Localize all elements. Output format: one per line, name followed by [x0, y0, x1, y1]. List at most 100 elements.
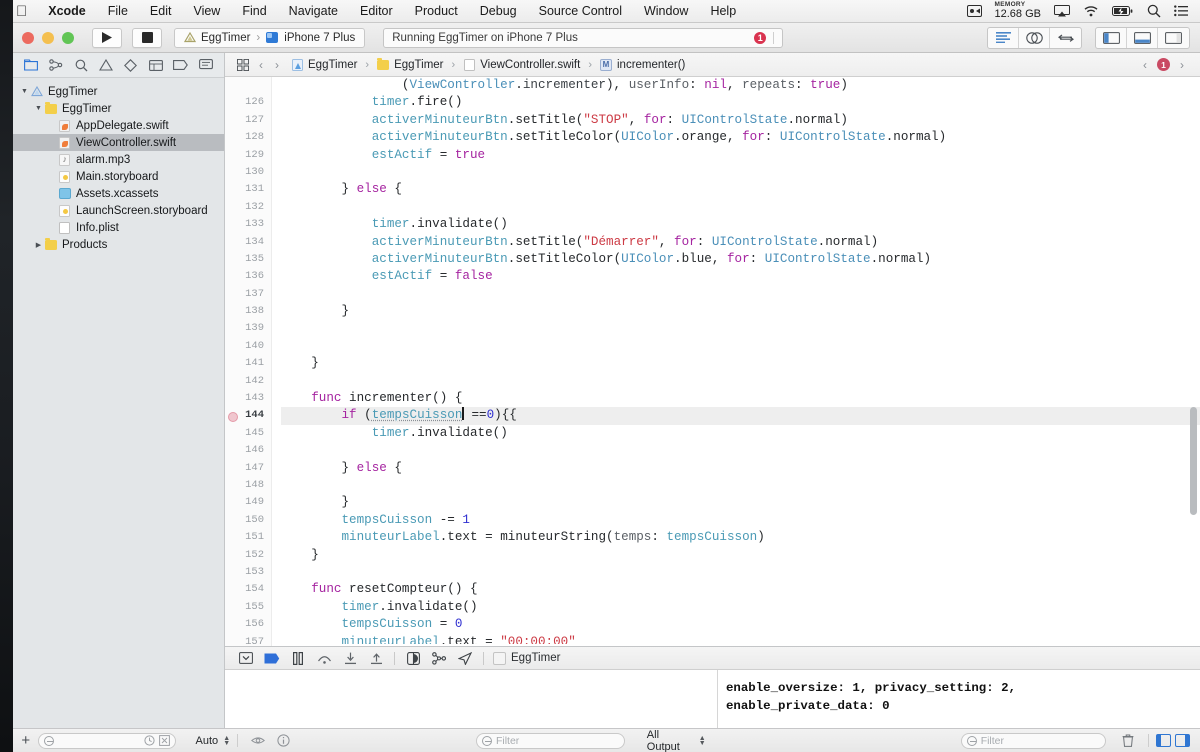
- stepper-icon[interactable]: ▲ ▼: [223, 735, 230, 747]
- menu-item-editor[interactable]: Editor: [349, 0, 404, 23]
- gutter-line-number[interactable]: 134: [225, 234, 271, 251]
- issue-navigator-icon[interactable]: [96, 56, 116, 74]
- code-line[interactable]: timer.invalidate(): [281, 599, 1200, 616]
- code-line[interactable]: func incrementer() {: [281, 390, 1200, 407]
- console-filter-field[interactable]: Filter: [960, 732, 1106, 749]
- disclosure-triangle-down-icon[interactable]: ▼: [19, 88, 30, 95]
- code-line[interactable]: (ViewController.incrementer), userInfo: …: [281, 77, 1200, 94]
- layout-mode-selector[interactable]: Auto ▲ ▼: [196, 735, 231, 747]
- code-line[interactable]: [281, 442, 1200, 459]
- menu-item-find[interactable]: Find: [231, 0, 277, 23]
- gutter-line-number[interactable]: 154: [225, 581, 271, 598]
- battery-charging-icon[interactable]: [1112, 5, 1134, 17]
- code-line[interactable]: tempsCuisson = 0: [281, 616, 1200, 633]
- step-into-icon[interactable]: [337, 649, 363, 667]
- code-line[interactable]: activerMinuteurBtn.setTitle("STOP", for:…: [281, 112, 1200, 129]
- forward-button[interactable]: ›: [269, 58, 285, 72]
- stop-button[interactable]: [132, 27, 162, 48]
- menu-item-window[interactable]: Window: [633, 0, 699, 23]
- gutter-line-number[interactable]: 153: [225, 564, 271, 581]
- gutter-line-number[interactable]: 142: [225, 373, 271, 390]
- gutter-line-number[interactable]: 143: [225, 390, 271, 407]
- menu-item-view[interactable]: View: [182, 0, 231, 23]
- code-line[interactable]: }: [281, 547, 1200, 564]
- gutter-line-number[interactable]: 139: [225, 320, 271, 337]
- menu-item-navigate[interactable]: Navigate: [278, 0, 349, 23]
- disclosure-triangle-right-icon[interactable]: ▶: [33, 241, 44, 249]
- code-line[interactable]: } else {: [281, 181, 1200, 198]
- code-line[interactable]: func resetCompteur() {: [281, 581, 1200, 598]
- code-line[interactable]: tempsCuisson -= 1: [281, 512, 1200, 529]
- code-line[interactable]: timer.invalidate(): [281, 425, 1200, 442]
- gutter-line-number[interactable]: 146: [225, 442, 271, 459]
- code-line[interactable]: activerMinuteurBtn.setTitleColor(UIColor…: [281, 129, 1200, 146]
- test-navigator-icon[interactable]: [121, 56, 141, 74]
- source-editor[interactable]: 126 127 128 129 130 131 132 133 134 135 136 137 138 1…: [225, 77, 1200, 646]
- console-output[interactable]: _ , _ , enable_oversize: 1, privacy_sett…: [718, 670, 1200, 729]
- related-items-icon[interactable]: [233, 58, 253, 71]
- navigator-item-alarm-mp3[interactable]: alarm.mp3: [13, 151, 224, 168]
- gutter-line-number[interactable]: 129: [225, 147, 271, 164]
- code-line[interactable]: activerMinuteurBtn.setTitleColor(UIColor…: [281, 251, 1200, 268]
- next-issue-button[interactable]: ›: [1174, 58, 1190, 72]
- find-navigator-icon[interactable]: [71, 56, 91, 74]
- add-file-button[interactable]: +: [13, 732, 38, 749]
- airplay-icon[interactable]: [1054, 4, 1070, 18]
- minimize-window-button[interactable]: [42, 31, 54, 44]
- code-text[interactable]: (ViewController.incrementer), userInfo: …: [272, 77, 1200, 646]
- notification-center-icon[interactable]: [1174, 5, 1188, 17]
- menu-item-help[interactable]: Help: [699, 0, 747, 23]
- line-number-gutter[interactable]: 126 127 128 129 130 131 132 133 134 135 136 137 138 1…: [225, 77, 272, 646]
- gutter-line-number[interactable]: 157: [225, 634, 271, 647]
- code-line[interactable]: timer.fire(): [281, 94, 1200, 111]
- code-line[interactable]: }: [281, 355, 1200, 372]
- activate-breakpoints-icon[interactable]: [259, 649, 285, 667]
- pause-icon[interactable]: [285, 649, 311, 667]
- zoom-window-button[interactable]: [62, 31, 74, 44]
- debug-filter-field[interactable]: Filter: [475, 732, 625, 749]
- gutter-line-number[interactable]: 145: [225, 425, 271, 442]
- menu-item-source-control[interactable]: Source Control: [528, 0, 633, 23]
- source-control-navigator-icon[interactable]: [46, 56, 66, 74]
- debug-process-selector[interactable]: EggTimer: [493, 651, 560, 665]
- variables-view[interactable]: [225, 670, 718, 729]
- gutter-line-number[interactable]: [225, 77, 271, 94]
- gutter-line-number[interactable]: 156: [225, 616, 271, 633]
- output-scope-selector[interactable]: All Output ▲ ▼: [647, 729, 706, 752]
- gutter-line-number[interactable]: 149: [225, 494, 271, 511]
- close-window-button[interactable]: [22, 31, 34, 44]
- toggle-debug-area-icon[interactable]: [1127, 27, 1158, 48]
- code-line[interactable]: [281, 338, 1200, 355]
- menu-item-xcode[interactable]: Xcode: [37, 0, 97, 23]
- editor-vertical-scrollbar[interactable]: [1190, 407, 1197, 515]
- gutter-line-number[interactable]: 136: [225, 268, 271, 285]
- code-line[interactable]: activerMinuteurBtn.setTitle("Démarrer", …: [281, 234, 1200, 251]
- toggle-utilities-icon[interactable]: [1158, 28, 1189, 48]
- status-error-badge[interactable]: 1: [754, 31, 767, 44]
- menu-item-debug[interactable]: Debug: [469, 0, 528, 23]
- step-out-icon[interactable]: [363, 649, 389, 667]
- gutter-line-number[interactable]: 128: [225, 129, 271, 146]
- gutter-line-error[interactable]: 144: [225, 407, 271, 424]
- trash-icon[interactable]: [1116, 732, 1141, 750]
- gutter-line-number[interactable]: 140: [225, 338, 271, 355]
- navigator-item-assets-xcassets[interactable]: Assets.xcassets: [13, 185, 224, 202]
- gutter-line-number[interactable]: 126: [225, 94, 271, 111]
- gutter-line-number[interactable]: 150: [225, 512, 271, 529]
- menu-item-product[interactable]: Product: [404, 0, 469, 23]
- breadcrumb-item-group[interactable]: EggTimer: [394, 59, 443, 71]
- toggle-navigator-icon[interactable]: [1096, 27, 1127, 48]
- code-line[interactable]: [281, 477, 1200, 494]
- breadcrumb-item-project[interactable]: EggTimer: [308, 59, 357, 71]
- stepper-icon[interactable]: ▲ ▼: [699, 735, 706, 747]
- gutter-line-number[interactable]: 155: [225, 599, 271, 616]
- info-icon[interactable]: [271, 732, 296, 750]
- hide-debug-area-icon[interactable]: [233, 649, 259, 667]
- gutter-line-number[interactable]: 141: [225, 355, 271, 372]
- gutter-line-number[interactable]: 131: [225, 181, 271, 198]
- previous-issue-button[interactable]: ‹: [1137, 58, 1153, 72]
- code-line[interactable]: }: [281, 303, 1200, 320]
- menu-item-edit[interactable]: Edit: [139, 0, 183, 23]
- screen-record-icon[interactable]: [966, 5, 982, 17]
- simulate-location-icon[interactable]: [452, 649, 478, 667]
